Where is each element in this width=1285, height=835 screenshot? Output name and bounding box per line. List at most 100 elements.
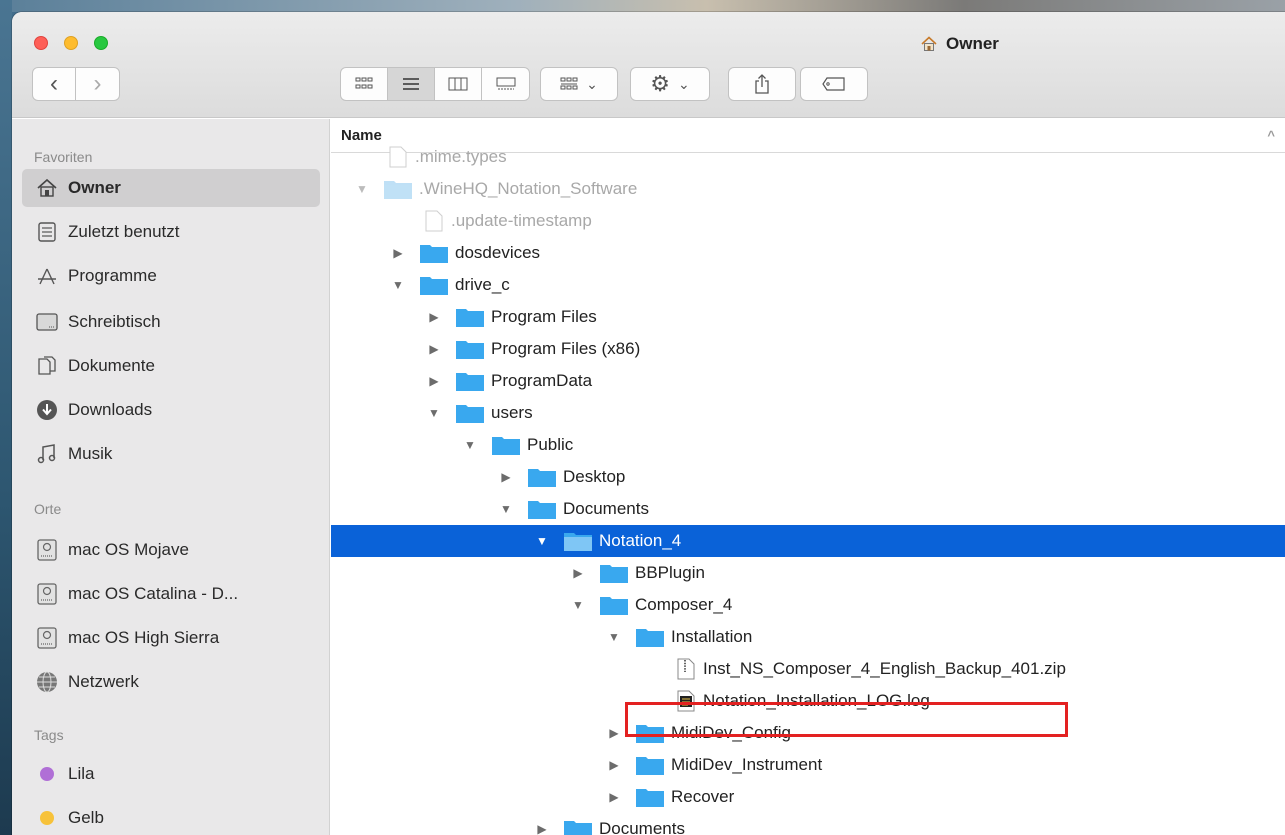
document-icon	[389, 146, 407, 168]
disclosure-closed-icon[interactable]: ▶	[535, 822, 549, 835]
disclosure-closed-icon[interactable]: ▶	[607, 758, 621, 772]
list-item-folder[interactable]: ▼ Public	[331, 429, 1285, 461]
list-item-folder[interactable]: ▼ .WineHQ_Notation_Software	[331, 173, 1285, 205]
list-item-folder[interactable]: ▶ Program Files	[331, 301, 1285, 333]
share-icon	[755, 74, 769, 94]
disclosure-open-icon[interactable]: ▼	[535, 534, 549, 548]
list-item-label: Documents	[563, 499, 649, 518]
tags-button[interactable]	[800, 67, 868, 101]
list-item-folder[interactable]: ▶ BBPlugin	[331, 557, 1285, 589]
list-item-label: Installation	[671, 627, 753, 646]
list-item-folder[interactable]: ▼ Composer_4	[331, 589, 1285, 621]
sidebar-item-tag-lila[interactable]: Lila	[22, 755, 320, 793]
sidebar-item-music[interactable]: Musik	[22, 435, 320, 473]
sidebar-item-label: Dokumente	[68, 356, 155, 375]
desktop-background-top	[0, 0, 1285, 12]
sidebar-item-label: mac OS Mojave	[68, 540, 189, 559]
sidebar-item-downloads[interactable]: Downloads	[22, 391, 320, 429]
minimize-window-button[interactable]	[64, 36, 78, 50]
forward-button[interactable]: ›	[76, 68, 119, 100]
list-item-label: users	[491, 403, 533, 422]
folder-icon	[564, 821, 592, 835]
list-item-folder[interactable]: ▼ Installation	[331, 621, 1285, 653]
list-item-label: Inst_NS_Composer_4_English_Backup_401.zi…	[703, 659, 1066, 678]
sidebar-item-label: Zuletzt benutzt	[68, 222, 180, 241]
disclosure-open-icon[interactable]: ▼	[499, 502, 513, 516]
sidebar-item-high-sierra[interactable]: mac OS High Sierra	[22, 619, 320, 657]
fullscreen-window-button[interactable]	[94, 36, 108, 50]
back-button[interactable]: ‹	[33, 68, 77, 100]
disclosure-open-icon[interactable]: ▼	[607, 630, 621, 644]
sidebar-item-recents[interactable]: Zuletzt benutzt	[22, 213, 320, 251]
list-item-label: Public	[527, 435, 574, 454]
list-item-folder[interactable]: ▼ Documents	[331, 493, 1285, 525]
disclosure-open-icon[interactable]: ▼	[427, 406, 441, 420]
sidebar-item-applications[interactable]: Programme	[22, 257, 320, 295]
sidebar-item-documents[interactable]: Dokumente	[22, 347, 320, 385]
close-window-button[interactable]	[34, 36, 48, 50]
list-item-folder[interactable]: ▶ ProgramData	[331, 365, 1285, 397]
sidebar-item-tag-gelb[interactable]: Gelb	[22, 799, 320, 835]
disclosure-open-icon[interactable]: ▼	[355, 182, 369, 196]
share-button[interactable]	[728, 67, 796, 101]
disclosure-closed-icon[interactable]: ▶	[607, 790, 621, 804]
sidebar-item-owner[interactable]: Owner	[22, 169, 320, 207]
list-item-folder[interactable]: ▶ MidiDev_Config	[331, 717, 1285, 749]
icon-view-button[interactable]	[341, 68, 388, 100]
list-item-folder[interactable]: ▶ Documents	[331, 813, 1285, 835]
list-item-file[interactable]: .mime.types	[331, 141, 1285, 173]
chevron-down-icon: ⌄	[678, 75, 690, 92]
icon-view-icon	[355, 77, 373, 89]
sidebar-section-tags: Tags	[34, 727, 64, 743]
column-view-button[interactable]	[435, 68, 482, 100]
list-item-label: .update-timestamp	[451, 211, 592, 230]
list-item-folder[interactable]: ▼ users	[331, 397, 1285, 429]
group-by-button[interactable]: ⌄	[540, 67, 618, 101]
tag-icon	[822, 77, 845, 91]
disclosure-open-icon[interactable]: ▼	[571, 598, 585, 612]
folder-icon	[528, 501, 556, 519]
list-item-label: Documents	[599, 819, 685, 835]
list-item-label: MidiDev_Instrument	[671, 755, 823, 774]
list-item-label: Composer_4	[635, 595, 733, 614]
disclosure-closed-icon[interactable]: ▶	[499, 470, 513, 484]
sidebar-item-desktop[interactable]: Schreibtisch	[22, 303, 320, 341]
list-item-folder[interactable]: ▶ Desktop	[331, 461, 1285, 493]
list-item-folder[interactable]: ▼ Notation_4	[331, 525, 1285, 557]
list-item-file[interactable]: .update-timestamp	[331, 205, 1285, 237]
list-item-label: Notation_4	[599, 531, 682, 550]
list-item-label: Notation_Installation_LOG.log	[703, 691, 930, 710]
disclosure-closed-icon[interactable]: ▶	[571, 566, 585, 580]
desktop-icon	[36, 311, 58, 333]
list-item-file[interactable]: Notation_Installation_LOG.log	[331, 685, 1285, 717]
disclosure-closed-icon[interactable]: ▶	[427, 374, 441, 388]
sidebar-item-mojave[interactable]: mac OS Mojave	[22, 531, 320, 569]
disclosure-closed-icon[interactable]: ▶	[607, 726, 621, 740]
tag-color-dot-icon	[40, 767, 54, 781]
action-menu-button[interactable]: ⚙ ⌄	[630, 67, 710, 101]
sidebar: Favoriten Owner Zuletzt benutzt Programm…	[12, 119, 330, 835]
sidebar-item-label: Lila	[68, 764, 95, 783]
list-item-file[interactable]: Inst_NS_Composer_4_English_Backup_401.zi…	[331, 653, 1285, 685]
disclosure-closed-icon[interactable]: ▶	[427, 310, 441, 324]
sidebar-item-network[interactable]: Netzwerk	[22, 663, 320, 701]
disclosure-closed-icon[interactable]: ▶	[427, 342, 441, 356]
sidebar-item-label: Owner	[68, 178, 121, 197]
list-item-folder[interactable]: ▼ drive_c	[331, 269, 1285, 301]
disclosure-closed-icon[interactable]: ▶	[391, 246, 405, 260]
disclosure-open-icon[interactable]: ▼	[391, 278, 405, 292]
folder-icon	[636, 725, 664, 743]
list-item-folder[interactable]: ▶ Program Files (x86)	[331, 333, 1285, 365]
list-item-folder[interactable]: ▶ MidiDev_Instrument	[331, 749, 1285, 781]
list-view-button[interactable]	[388, 68, 435, 100]
list-item-label: MidiDev_Config	[671, 723, 791, 742]
list-item-folder[interactable]: ▶ Recover	[331, 781, 1285, 813]
folder-icon	[456, 309, 484, 327]
gallery-view-button[interactable]	[482, 68, 529, 100]
list-item-folder[interactable]: ▶ dosdevices	[331, 237, 1285, 269]
group-by-icon	[560, 77, 578, 90]
disclosure-open-icon[interactable]: ▼	[463, 438, 477, 452]
sidebar-item-catalina[interactable]: mac OS Catalina - D...	[22, 575, 320, 613]
